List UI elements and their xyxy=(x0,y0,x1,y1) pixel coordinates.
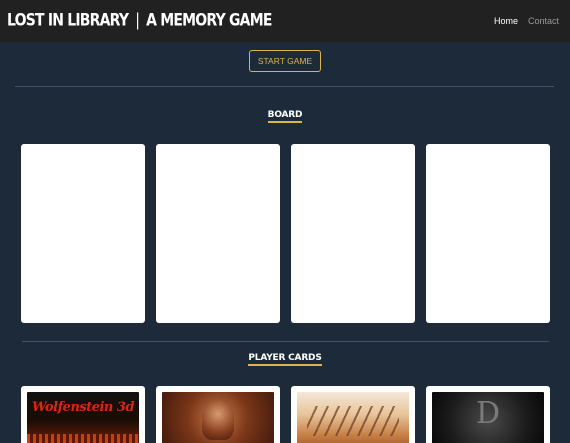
board-card[interactable] xyxy=(426,144,550,323)
nav-link-contact[interactable]: Contact xyxy=(528,16,559,26)
board-title: BOARD xyxy=(0,110,570,123)
brand-name: LOST IN LIBRARY xyxy=(7,11,129,31)
brand-subtitle: A MEMORY GAME xyxy=(146,11,272,31)
brand-separator: | xyxy=(135,11,140,31)
logo-letter: D xyxy=(475,396,501,431)
player-card[interactable]: Wolfenstein 3d xyxy=(21,386,145,443)
cover-title: Wolfenstein 3d xyxy=(31,400,135,415)
nav-link-home[interactable]: Home xyxy=(494,16,518,26)
top-divider xyxy=(15,86,554,87)
dark-logo-image: D xyxy=(432,392,544,443)
player-card[interactable]: D xyxy=(426,386,550,443)
nav-links: Home Contact xyxy=(494,16,559,26)
desert-battle-image xyxy=(297,392,409,443)
player-cards-title: PLAYER CARDS xyxy=(0,353,570,366)
cover-decoration xyxy=(27,434,139,443)
riders-silhouette xyxy=(307,406,399,436)
navbar: LOST IN LIBRARY | A MEMORY GAME Home Con… xyxy=(0,0,570,42)
start-game-button[interactable]: START GAME xyxy=(249,50,321,72)
player-card[interactable] xyxy=(291,386,415,443)
board-card[interactable] xyxy=(21,144,145,323)
middle-divider xyxy=(22,341,549,342)
board-card[interactable] xyxy=(291,144,415,323)
board-title-text: BOARD xyxy=(267,110,303,123)
brand-title[interactable]: LOST IN LIBRARY | A MEMORY GAME xyxy=(7,12,272,31)
wolfenstein-cover-image: Wolfenstein 3d xyxy=(27,392,139,443)
player-cards-title-text: PLAYER CARDS xyxy=(248,353,322,366)
board-card[interactable] xyxy=(156,144,280,323)
warrior-figure xyxy=(202,400,234,440)
player-card[interactable] xyxy=(156,386,280,443)
warrior-portrait-image xyxy=(162,392,274,443)
